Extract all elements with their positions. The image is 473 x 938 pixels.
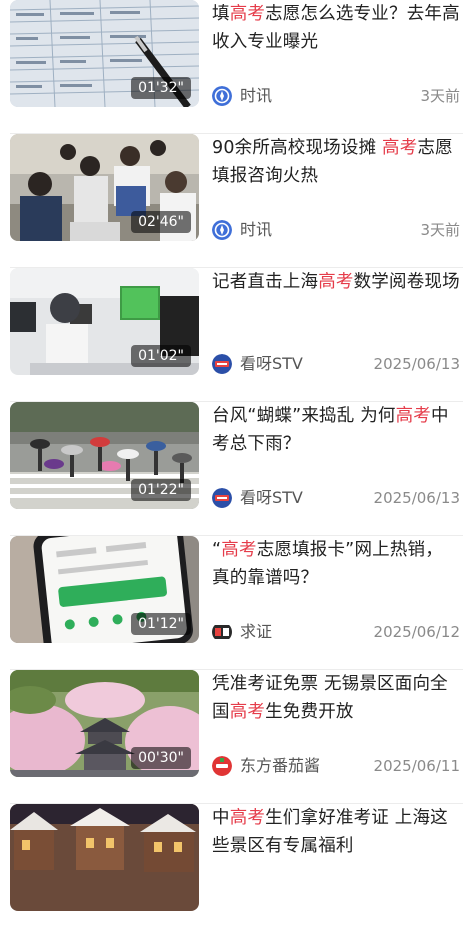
news-title[interactable]: 填高考志愿怎么选专业？去年高收入专业曝光 [212, 0, 460, 56]
title-text: 数学阅卷现场 [353, 272, 460, 292]
video-thumbnail[interactable]: 01'12" [10, 536, 199, 643]
title-text: 记者直击上海 [212, 272, 319, 292]
compass-icon [212, 220, 232, 240]
video-thumbnail[interactable]: 00'30" [10, 670, 199, 777]
title-keyword: 高考 [229, 4, 266, 24]
video-thumbnail[interactable]: 01'22" [10, 402, 199, 509]
news-item[interactable]: 01'32" 填高考志愿怎么选专业？去年高收入专业曝光 时讯 3天前 [0, 0, 473, 134]
publish-time: 2025/06/12 [373, 623, 460, 641]
source-name[interactable]: 看呀STV [240, 352, 303, 376]
source-name[interactable]: 时讯 [240, 218, 272, 242]
stv-logo-icon [212, 354, 232, 374]
video-news-feed: 01'32" 填高考志愿怎么选专业？去年高收入专业曝光 时讯 3天前 02'46… [0, 0, 473, 911]
title-keyword: 高考 [229, 702, 266, 722]
title-text: 生免费开放 [265, 702, 354, 722]
news-title[interactable]: 中高考生们拿好准考证 上海这些景区有专属福利 [212, 804, 460, 860]
publish-time: 3天前 [420, 87, 460, 105]
scenic-town-photo [10, 804, 199, 911]
title-keyword: 高考 [382, 138, 418, 158]
title-keyword: 高考 [221, 540, 257, 560]
news-meta: 时讯 3天前 [212, 84, 460, 108]
publish-time: 3天前 [420, 221, 460, 239]
publish-time: 2025/06/11 [373, 757, 460, 775]
news-meta: 时讯 3天前 [212, 218, 460, 242]
video-duration: 01'22" [131, 479, 191, 501]
source-name[interactable]: 时讯 [240, 84, 272, 108]
news-item[interactable]: 01'02" 记者直击上海高考数学阅卷现场 看呀STV 2025/06/13 [0, 268, 473, 402]
title-keyword: 高考 [318, 272, 354, 292]
stv-logo-icon [212, 488, 232, 508]
news-item[interactable]: 01'22" 台风“蝴蝶”来捣乱 为何高考中考总下雨？ 看呀STV 2025/0… [0, 402, 473, 536]
title-text: 台风“蝴蝶”来捣乱 为何 [212, 406, 396, 426]
video-duration: 02'46" [131, 211, 191, 233]
news-item[interactable]: 00'30" 凭准考证免票 无锡景区面向全国高考生免费开放 东方番茄酱 2025… [0, 670, 473, 804]
title-text: “ [212, 540, 222, 560]
publish-time: 2025/06/13 [373, 355, 460, 373]
news-meta: 看呀STV 2025/06/13 [212, 486, 460, 510]
news-title[interactable]: 90余所高校现场设摊 高考志愿填报咨询火热 [212, 134, 460, 190]
source-name[interactable]: 看呀STV [240, 486, 303, 510]
news-meta: 求证 2025/06/12 [212, 620, 460, 644]
news-item[interactable]: 01'12" “高考志愿填报卡”网上热销，真的靠谱吗？ 求证 2025/06/1… [0, 536, 473, 670]
video-thumbnail[interactable]: 01'32" [10, 0, 199, 107]
publish-time: 2025/06/13 [373, 489, 460, 507]
video-duration: 00'30" [131, 747, 191, 769]
title-text: 填 [212, 4, 230, 24]
news-item[interactable]: 中高考生们拿好准考证 上海这些景区有专属福利 [0, 804, 473, 938]
source-name[interactable]: 求证 [240, 620, 272, 644]
news-title[interactable]: 记者直击上海高考数学阅卷现场 [212, 268, 460, 296]
news-title[interactable]: 凭准考证免票 无锡景区面向全国高考生免费开放 [212, 670, 460, 726]
news-title[interactable]: 台风“蝴蝶”来捣乱 为何高考中考总下雨？ [212, 402, 460, 458]
video-thumbnail[interactable]: 02'46" [10, 134, 199, 241]
title-keyword: 高考 [229, 808, 266, 828]
title-text: 90余所高校现场设摊 [212, 138, 383, 158]
title-text: 中 [212, 808, 230, 828]
video-thumbnail[interactable]: 01'02" [10, 268, 199, 375]
news-meta: 看呀STV 2025/06/13 [212, 352, 460, 376]
news-title[interactable]: “高考志愿填报卡”网上热销，真的靠谱吗？ [212, 536, 460, 592]
tomato-logo-icon [212, 756, 232, 776]
video-duration: 01'12" [131, 613, 191, 635]
source-name[interactable]: 东方番茄酱 [240, 754, 320, 778]
news-item[interactable]: 02'46" 90余所高校现场设摊 高考志愿填报咨询火热 时讯 3天前 [0, 134, 473, 268]
news-meta: 东方番茄酱 2025/06/11 [212, 754, 460, 778]
video-duration: 01'02" [131, 345, 191, 367]
video-thumbnail[interactable] [10, 804, 199, 911]
video-duration: 01'32" [131, 77, 191, 99]
compass-icon [212, 86, 232, 106]
title-keyword: 高考 [395, 406, 432, 426]
verify-logo-icon [212, 625, 232, 639]
